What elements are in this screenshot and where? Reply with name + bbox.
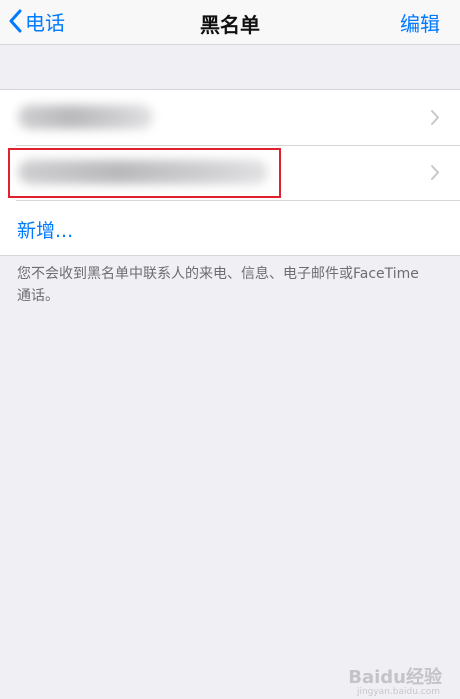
blocked-contact-row[interactable] bbox=[0, 90, 460, 145]
blurred-contact-name bbox=[18, 105, 153, 129]
blurred-contact-name bbox=[18, 160, 268, 184]
blocked-footer-note: 您不会收到黑名单中联系人的来电、信息、电子邮件或FaceTime 通话。 bbox=[17, 266, 419, 304]
blocked-contact-row[interactable] bbox=[0, 145, 460, 200]
add-new-row[interactable]: 新增... bbox=[0, 200, 460, 255]
add-new-button[interactable]: 新增... bbox=[17, 216, 73, 243]
chevron-right-icon bbox=[431, 110, 439, 125]
watermark-brand: Baidu经验 bbox=[348, 667, 442, 688]
chevron-right-icon bbox=[431, 165, 439, 180]
navigation-bar: 电话 黑名单 编辑 bbox=[0, 0, 460, 45]
blocked-contacts-list: 新增... bbox=[0, 89, 460, 256]
edit-button[interactable]: 编辑 bbox=[400, 8, 440, 37]
page-title: 黑名单 bbox=[200, 13, 260, 37]
baidu-watermark: Baidu经验 bbox=[348, 663, 442, 689]
watermark-url: jingyan.baidu.com bbox=[356, 687, 440, 697]
